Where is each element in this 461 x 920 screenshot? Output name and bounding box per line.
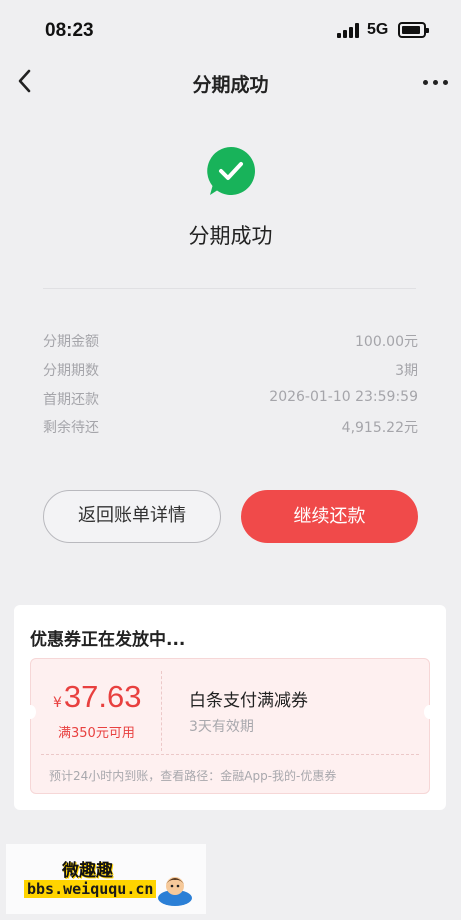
detail-row-remaining: 剩余待还 4,915.22元 [43, 417, 418, 441]
signal-icon [337, 23, 361, 38]
status-time: 08:23 [45, 20, 94, 41]
more-button[interactable] [418, 70, 452, 94]
divider [43, 288, 416, 289]
result-title: 分期成功 [188, 224, 273, 248]
detail-value: 4,915.22元 [341, 420, 418, 436]
detail-row-amount: 分期金额 100.00元 [43, 331, 418, 355]
ticket-notch [424, 705, 435, 719]
watermark-url: bbs.weiququ.cn [24, 880, 157, 898]
ticket-separator [41, 754, 419, 755]
detail-label: 剩余待还 [43, 420, 99, 436]
detail-row-periods: 分期期数 3期 [43, 360, 418, 384]
detail-label: 首期还款 [43, 392, 99, 408]
page-title: 分期成功 [192, 74, 269, 96]
detail-row-first-payment: 首期还款 2026-01-10 23:59:59 [43, 389, 418, 413]
coupon-card: 优惠券正在发放中... ¥37.63 满350元可用 白条支付满减券 3天有效期… [14, 605, 446, 810]
mascot-icon [158, 877, 192, 906]
coupon-validity: 3天有效期 [189, 719, 254, 735]
coupon-amount-value: 37.63 [63, 679, 142, 714]
detail-value: 100.00元 [355, 334, 418, 350]
detail-value: 3期 [395, 363, 418, 379]
continue-repayment-button[interactable]: 继续还款 [241, 490, 418, 543]
battery-icon [398, 22, 429, 38]
coupon-note: 预计24小时内到账，查看路径：金融App-我的-优惠券 [49, 769, 337, 783]
coupon-amount: ¥37.63 [53, 679, 142, 715]
watermark: 微趣趣 bbs.weiququ.cn [6, 844, 206, 914]
success-check-icon [207, 147, 255, 195]
status-bar: 08:23 5G [0, 0, 461, 60]
coupon-threshold: 满350元可用 [58, 726, 135, 741]
detail-label: 分期金额 [43, 334, 99, 350]
currency-symbol: ¥ [53, 695, 62, 711]
coupon-ticket[interactable]: ¥37.63 满350元可用 白条支付满减券 3天有效期 预计24小时内到账，查… [25, 658, 435, 794]
ticket-separator [161, 671, 162, 751]
coupon-heading: 优惠券正在发放中... [30, 630, 186, 650]
network-type: 5G [367, 21, 389, 38]
detail-label: 分期期数 [43, 363, 99, 379]
coupon-name: 白条支付满减券 [189, 691, 308, 711]
watermark-title: 微趣趣 [62, 861, 113, 881]
return-bill-details-button[interactable]: 返回账单详情 [43, 490, 221, 543]
ticket-notch [25, 705, 36, 719]
detail-value: 2026-01-10 23:59:59 [269, 389, 418, 405]
nav-bar: 分期成功 [0, 60, 461, 104]
